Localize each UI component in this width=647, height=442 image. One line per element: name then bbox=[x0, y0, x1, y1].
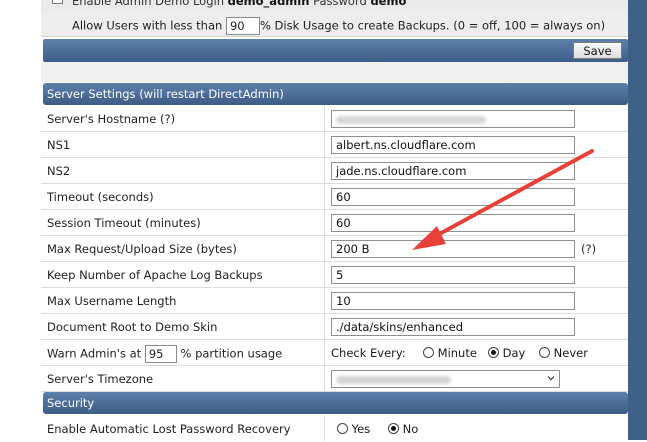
security-header: Security bbox=[43, 392, 628, 414]
timezone-row: Server's Timezone bbox=[41, 366, 628, 392]
apache-log-row: Keep Number of Apache Log Backups 5 bbox=[41, 262, 628, 288]
check-day-option[interactable]: Day bbox=[488, 346, 525, 360]
ns1-cell: NS1 bbox=[41, 132, 325, 157]
timeout-cell: Timeout (seconds) bbox=[41, 184, 325, 209]
max-request-label: Max Request/Upload Size (bytes) bbox=[47, 242, 237, 256]
hostname-row: Server's Hostname (?) bbox=[41, 106, 628, 132]
doc-root-label: Document Root to Demo Skin bbox=[47, 320, 218, 334]
admin-demo-password-label: Password bbox=[313, 0, 367, 8]
hostname-label: Server's Hostname (?) bbox=[47, 112, 176, 126]
hostname-input[interactable] bbox=[331, 110, 575, 128]
lost-password-yes-radio[interactable] bbox=[337, 423, 348, 434]
check-day-radio[interactable] bbox=[488, 347, 499, 358]
lost-password-yes-option[interactable]: Yes bbox=[337, 422, 370, 436]
admin-demo-password: demo bbox=[370, 0, 407, 8]
lost-password-no-label: No bbox=[402, 422, 419, 436]
apache-log-input[interactable]: 5 bbox=[331, 266, 575, 284]
session-timeout-row: Session Timeout (minutes) 60 bbox=[41, 210, 628, 236]
section-gap bbox=[41, 62, 628, 82]
right-edge-bar bbox=[628, 0, 647, 440]
warn-admin-cell: Warn Admin's at 95 % partition usage bbox=[41, 340, 325, 365]
warn-admin-suffix: % partition usage bbox=[180, 346, 283, 361]
max-username-row: Max Username Length 10 bbox=[41, 288, 628, 314]
lost-password-no-radio[interactable] bbox=[388, 423, 399, 434]
timezone-cell: Server's Timezone bbox=[41, 366, 325, 391]
backup-usage-prefix: Allow Users with less than bbox=[72, 18, 223, 33]
ns2-label: NS2 bbox=[47, 164, 71, 178]
check-minute-option[interactable]: Minute bbox=[423, 346, 477, 360]
warn-admin-input[interactable]: 95 bbox=[144, 345, 177, 363]
server-settings-header: Server Settings (will restart DirectAdmi… bbox=[43, 83, 628, 105]
save-bar bbox=[43, 39, 628, 62]
max-username-cell: Max Username Length bbox=[41, 288, 325, 313]
lost-password-yes-label: Yes bbox=[351, 422, 371, 436]
chevron-down-icon bbox=[547, 376, 555, 381]
max-request-row: Max Request/Upload Size (bytes) 200 B (?… bbox=[41, 236, 628, 262]
max-username-label: Max Username Length bbox=[47, 294, 177, 308]
timeout-input[interactable]: 60 bbox=[331, 188, 575, 206]
warn-admin-text: Warn Admin's at 95 % partition usage bbox=[47, 345, 282, 363]
check-minute-radio[interactable] bbox=[423, 347, 434, 358]
ns2-cell: NS2 bbox=[41, 158, 325, 183]
backup-usage-text: Allow Users with less than 90% Disk Usag… bbox=[72, 17, 605, 35]
timezone-value-redacted bbox=[336, 376, 451, 384]
warn-admin-row: Warn Admin's at 95 % partition usage Che… bbox=[41, 340, 628, 366]
backup-usage-input[interactable]: 90 bbox=[225, 17, 260, 35]
session-timeout-label: Session Timeout (minutes) bbox=[47, 216, 201, 230]
check-never-option[interactable]: Never bbox=[539, 346, 588, 360]
check-never-label: Never bbox=[553, 346, 588, 360]
admin-demo-text: Enable Admin Demo Login demo_admin Passw… bbox=[72, 0, 406, 8]
lost-password-no-option[interactable]: No bbox=[388, 422, 418, 436]
ns2-input[interactable]: jade.ns.cloudflare.com bbox=[331, 162, 575, 180]
ns1-row: NS1 albert.ns.cloudflare.com bbox=[41, 132, 628, 158]
lost-password-cell: Enable Automatic Lost Password Recovery bbox=[41, 416, 325, 441]
lost-password-label: Enable Automatic Lost Password Recovery bbox=[47, 422, 291, 436]
max-request-input[interactable]: 200 B bbox=[331, 240, 575, 258]
max-request-cell: Max Request/Upload Size (bytes) bbox=[41, 236, 325, 261]
timezone-label: Server's Timezone bbox=[47, 372, 154, 386]
ns1-input[interactable]: albert.ns.cloudflare.com bbox=[331, 136, 575, 154]
ns2-row: NS2 jade.ns.cloudflare.com bbox=[41, 158, 628, 184]
hostname-cell: Server's Hostname (?) bbox=[41, 106, 325, 131]
warn-admin-prefix: Warn Admin's at bbox=[47, 346, 142, 361]
backup-usage-suffix: % Disk Usage to create Backups. (0 = off… bbox=[259, 18, 606, 33]
timeout-label: Timeout (seconds) bbox=[47, 190, 154, 204]
max-username-input[interactable]: 10 bbox=[331, 292, 575, 310]
check-minute-label: Minute bbox=[437, 346, 477, 360]
apache-log-label: Keep Number of Apache Log Backups bbox=[47, 268, 263, 282]
session-timeout-cell: Session Timeout (minutes) bbox=[41, 210, 325, 235]
apache-log-cell: Keep Number of Apache Log Backups bbox=[41, 262, 325, 287]
session-timeout-input[interactable]: 60 bbox=[331, 214, 575, 232]
check-day-label: Day bbox=[502, 346, 526, 360]
save-button[interactable]: Save bbox=[573, 42, 622, 59]
admin-demo-checkbox[interactable] bbox=[52, 0, 63, 4]
timezone-select[interactable] bbox=[331, 370, 560, 388]
check-never-radio[interactable] bbox=[539, 347, 550, 358]
doc-root-input[interactable]: ./data/skins/enhanced bbox=[331, 318, 575, 336]
doc-root-row: Document Root to Demo Skin ./data/skins/… bbox=[41, 314, 628, 340]
admin-demo-user: demo_admin bbox=[227, 0, 310, 8]
admin-demo-label: Enable Admin Demo Login bbox=[72, 0, 224, 8]
doc-root-cell: Document Root to Demo Skin bbox=[41, 314, 325, 339]
check-every-label: Check Every: bbox=[331, 346, 406, 360]
timeout-row: Timeout (seconds) 60 bbox=[41, 184, 628, 210]
lost-password-row: Enable Automatic Lost Password Recovery … bbox=[41, 416, 628, 442]
ns1-label: NS1 bbox=[47, 138, 71, 152]
max-request-help-link[interactable]: (?) bbox=[581, 242, 596, 256]
